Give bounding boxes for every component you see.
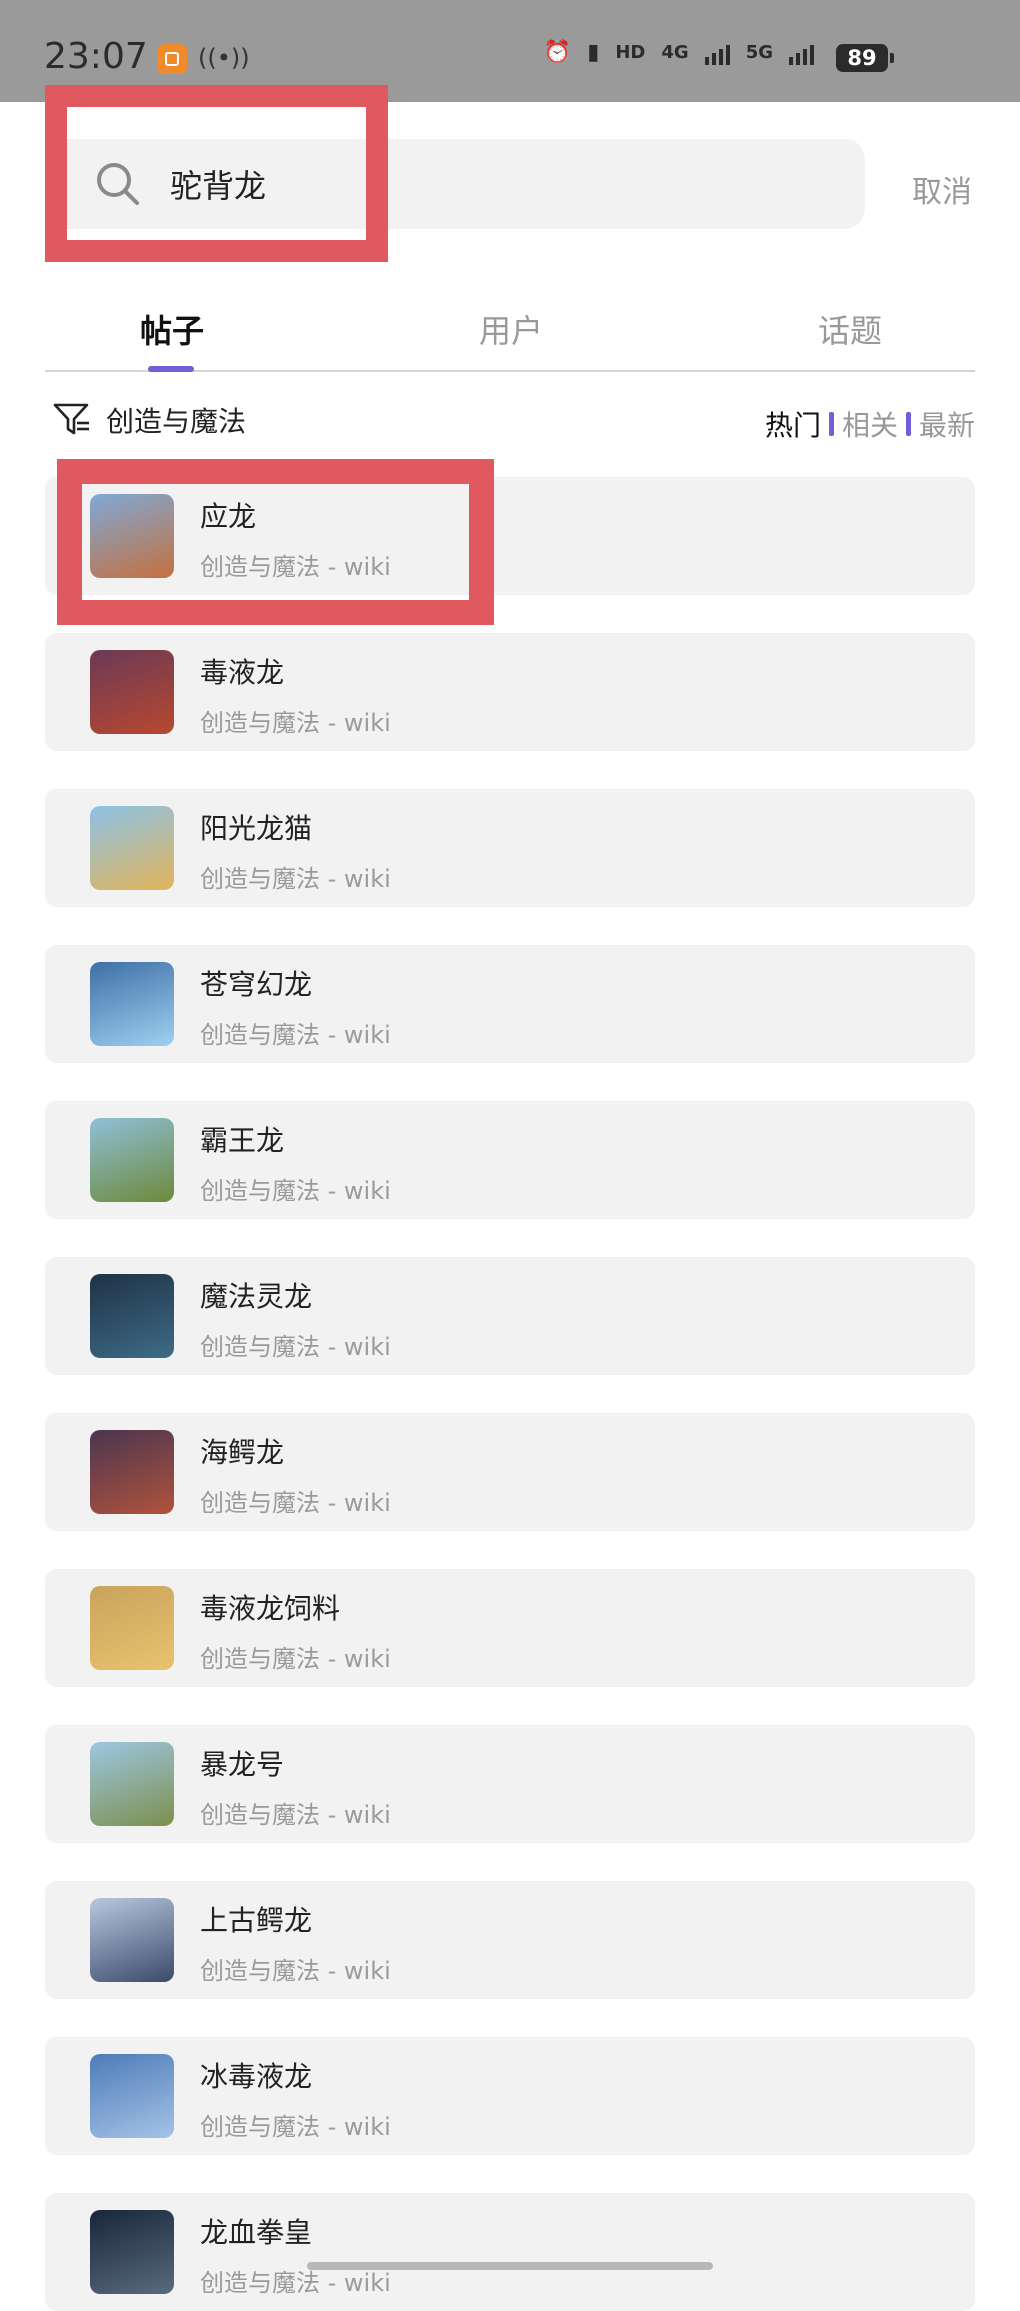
result-thumbnail	[90, 1430, 174, 1514]
tab-users[interactable]: 用户	[479, 306, 543, 352]
result-card[interactable]: 毒液龙饲料创造与魔法 - wiki	[45, 1569, 975, 1687]
status-time: 23:07	[44, 36, 148, 77]
result-source: 创造与魔法 - wiki	[200, 1489, 391, 1517]
result-title: 龙血拳皇	[200, 2216, 313, 2249]
result-thumbnail	[90, 650, 174, 734]
filter-label: 创造与魔法	[106, 405, 247, 438]
result-card[interactable]: 冰毒液龙创造与魔法 - wiki	[45, 2037, 975, 2155]
sort-options: 热门 相关 最新	[765, 404, 975, 444]
network-5g: 5G	[745, 42, 773, 63]
result-source: 创造与魔法 - wiki	[200, 865, 391, 893]
result-thumbnail	[90, 1118, 174, 1202]
result-thumbnail	[90, 1586, 174, 1670]
network-4g: 4G	[661, 42, 689, 63]
result-thumbnail	[90, 1274, 174, 1358]
result-title: 魔法灵龙	[200, 1280, 313, 1313]
hotspot-icon: ((•))	[198, 44, 250, 72]
sort-related[interactable]: 相关	[842, 404, 898, 444]
filter-button[interactable]: 创造与魔法	[52, 400, 246, 440]
result-card[interactable]: 龙血拳皇 创造与魔法 - wiki	[45, 2193, 975, 2311]
result-highlight-box	[57, 459, 494, 625]
result-title: 阳光龙猫	[200, 812, 313, 845]
result-title: 冰毒液龙	[200, 2060, 313, 2093]
result-title: 暴龙号	[200, 1748, 285, 1781]
result-title: 霸王龙	[200, 1124, 285, 1157]
tab-topics[interactable]: 话题	[818, 306, 882, 352]
tab-posts[interactable]: 帖子	[140, 306, 204, 352]
hd-label: HD	[615, 42, 646, 63]
sort-divider	[828, 412, 834, 436]
signal-icon	[704, 41, 730, 65]
result-thumbnail	[90, 2210, 174, 2294]
result-card[interactable]: 阳光龙猫创造与魔法 - wiki	[45, 789, 975, 907]
result-title: 毒液龙饲料	[200, 1592, 341, 1625]
home-indicator[interactable]	[307, 2262, 713, 2270]
result-title: 苍穹幻龙	[200, 968, 313, 1001]
app-notification-icon	[157, 44, 187, 74]
result-source: 创造与魔法 - wiki	[200, 1333, 391, 1361]
signal-icon-2	[789, 41, 814, 65]
result-source: 创造与魔法 - wiki	[200, 1801, 391, 1829]
sort-hot[interactable]: 热门	[765, 404, 821, 444]
result-source: 创造与魔法 - wiki	[200, 1177, 391, 1205]
sort-divider	[905, 412, 911, 436]
alarm-icon: ⏰	[543, 40, 572, 65]
result-title: 毒液龙	[200, 656, 285, 689]
result-title: 上古鳄龙	[200, 1904, 313, 1937]
result-title: 海鳄龙	[200, 1436, 285, 1469]
filter-icon	[53, 403, 89, 435]
result-card[interactable]: 海鳄龙创造与魔法 - wiki	[45, 1413, 975, 1531]
result-tabs: 帖子 用户 话题	[45, 300, 975, 372]
result-card[interactable]: 霸王龙创造与魔法 - wiki	[45, 1101, 975, 1219]
result-thumbnail	[90, 806, 174, 890]
result-card[interactable]: 毒液龙创造与魔法 - wiki	[45, 633, 975, 751]
result-card[interactable]: 上古鳄龙创造与魔法 - wiki	[45, 1881, 975, 1999]
vibrate-icon: ▮	[587, 40, 600, 65]
cancel-button[interactable]: 取消	[912, 167, 972, 211]
result-card[interactable]: 魔法灵龙创造与魔法 - wiki	[45, 1257, 975, 1375]
battery-indicator: 89	[836, 44, 894, 72]
result-source: 创造与魔法 - wiki	[200, 1645, 391, 1673]
result-thumbnail	[90, 962, 174, 1046]
result-card[interactable]: 苍穹幻龙创造与魔法 - wiki	[45, 945, 975, 1063]
result-source: 创造与魔法 - wiki	[200, 2113, 391, 2141]
tab-indicator	[148, 366, 194, 372]
result-card[interactable]: 暴龙号创造与魔法 - wiki	[45, 1725, 975, 1843]
result-thumbnail	[90, 1898, 174, 1982]
sort-newest[interactable]: 最新	[919, 404, 975, 444]
result-source: 创造与魔法 - wiki	[200, 1021, 391, 1049]
result-thumbnail	[90, 2054, 174, 2138]
result-thumbnail	[90, 1742, 174, 1826]
result-source: 创造与魔法 - wiki	[200, 709, 391, 737]
result-source: 创造与魔法 - wiki	[200, 1957, 391, 1985]
search-highlight-box	[45, 85, 388, 262]
